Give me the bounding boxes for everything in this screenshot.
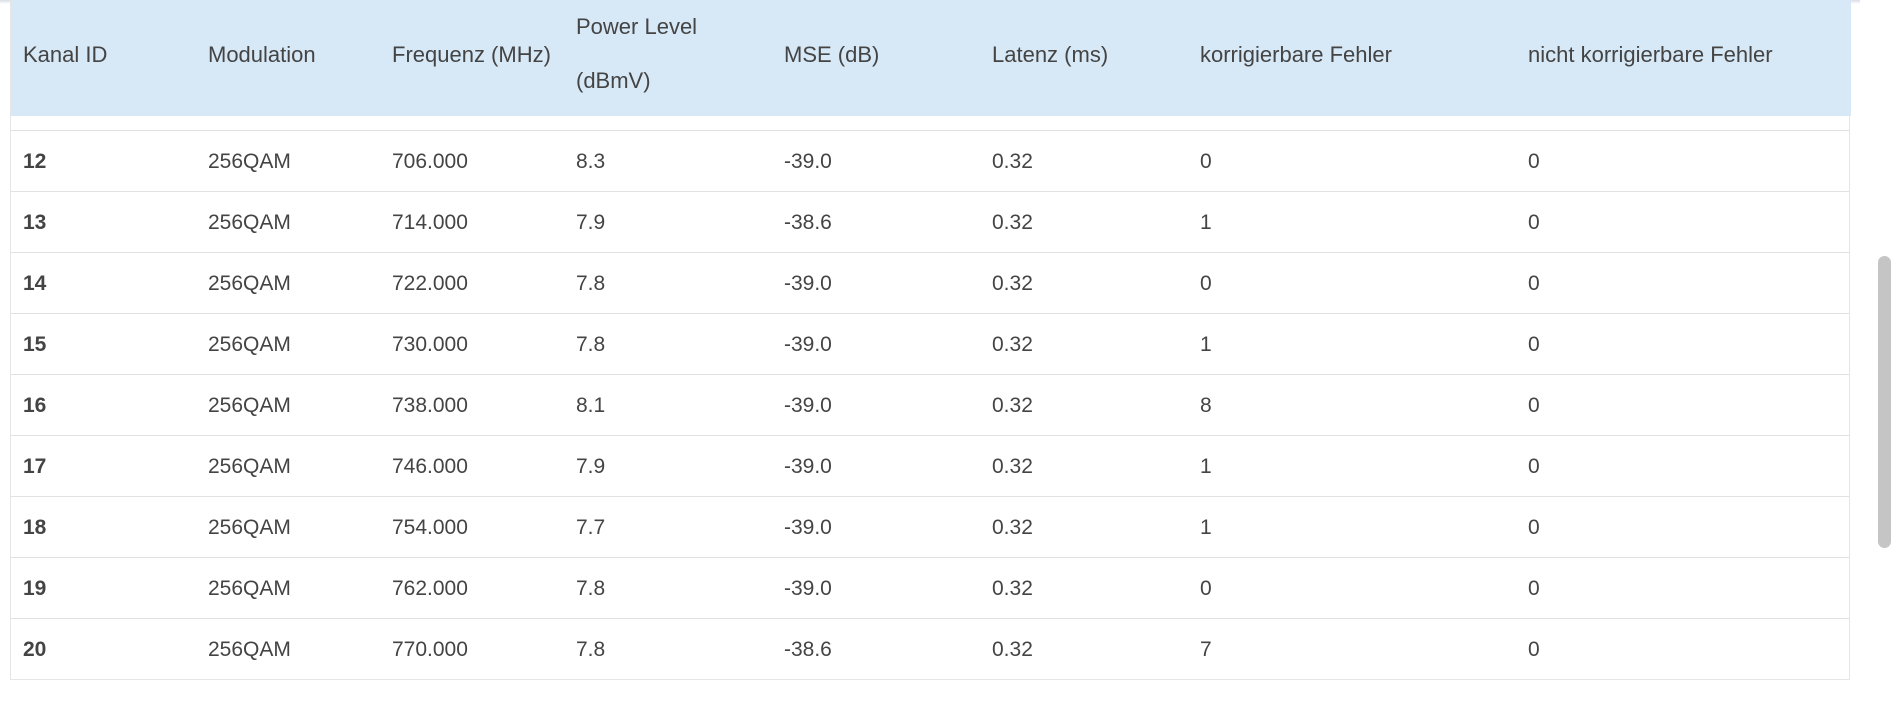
cell-modulation: 256QAM: [208, 211, 291, 234]
table-body: 12 256QAM 706.000 8.3 -39.0 0.32 0 0 13 …: [11, 131, 1849, 680]
cell-kanal-id: 19: [23, 577, 47, 600]
header-latenz: Latenz (ms): [992, 42, 1109, 67]
cell-modulation: 256QAM: [208, 455, 291, 478]
cell-modulation: 256QAM: [208, 272, 291, 295]
cell-korrigierbare-fehler: 1: [1200, 455, 1212, 478]
cell-modulation: 256QAM: [208, 333, 291, 356]
cell-latenz: 0.32: [992, 394, 1033, 417]
cell-korrigierbare-fehler: 0: [1200, 577, 1212, 600]
cell-mse: -39.0: [784, 150, 832, 173]
cell-nicht-korrigierbare-fehler: 0: [1528, 272, 1540, 295]
cell-kanal-id: 18: [23, 516, 47, 539]
table-row: 14 256QAM 722.000 7.8 -39.0 0.32 0 0: [11, 253, 1849, 314]
header-nicht-korrigierbare-fehler: nicht korrigierbare Fehler: [1528, 42, 1773, 67]
cell-modulation: 256QAM: [208, 394, 291, 417]
cell-frequenz: 714.000: [392, 211, 468, 234]
cell-frequenz: 770.000: [392, 638, 468, 661]
table-row: 17 256QAM 746.000 7.9 -39.0 0.32 1 0: [11, 436, 1849, 497]
cell-nicht-korrigierbare-fehler: 0: [1528, 638, 1540, 661]
cell-korrigierbare-fehler: 1: [1200, 333, 1212, 356]
cell-korrigierbare-fehler: 0: [1200, 272, 1212, 295]
cell-mse: -39.0: [784, 516, 832, 539]
cell-latenz: 0.32: [992, 150, 1033, 173]
cell-latenz: 0.32: [992, 211, 1033, 234]
cell-kanal-id: 15: [23, 333, 47, 356]
cell-mse: -39.0: [784, 394, 832, 417]
table-header: Kanal ID Modulation Frequenz (MHz) Power…: [11, 0, 1851, 116]
cell-korrigierbare-fehler: 1: [1200, 516, 1212, 539]
cell-power-level: 8.3: [576, 150, 606, 173]
table-row: 19 256QAM 762.000 7.8 -39.0 0.32 0 0: [11, 558, 1849, 619]
cell-frequenz: 706.000: [392, 150, 468, 173]
cell-kanal-id: 16: [23, 394, 47, 417]
cell-kanal-id: 12: [23, 150, 47, 173]
cell-latenz: 0.32: [992, 577, 1033, 600]
cell-mse: -38.6: [784, 211, 832, 234]
cell-power-level: 8.1: [576, 394, 606, 417]
table-row: 12 256QAM 706.000 8.3 -39.0 0.32 0 0: [11, 131, 1849, 192]
cell-mse: -38.6: [784, 638, 832, 661]
cell-kanal-id: 20: [23, 638, 47, 661]
cell-kanal-id: 14: [23, 272, 47, 295]
table-row: 20 256QAM 770.000 7.8 -38.6 0.32 7 0: [11, 619, 1849, 680]
cell-latenz: 0.32: [992, 455, 1033, 478]
header-power-level-line2: (dBmV): [576, 68, 651, 93]
cell-nicht-korrigierbare-fehler: 0: [1528, 455, 1540, 478]
cell-modulation: 256QAM: [208, 577, 291, 600]
table-row: 16 256QAM 738.000 8.1 -39.0 0.32 8 0: [11, 375, 1849, 436]
cell-power-level: 7.7: [576, 516, 606, 539]
cell-modulation: 256QAM: [208, 638, 291, 661]
cell-korrigierbare-fehler: 7: [1200, 638, 1212, 661]
table-row: 13 256QAM 714.000 7.9 -38.6 0.32 1 0: [11, 192, 1849, 253]
header-mse: MSE (dB): [784, 42, 880, 67]
cell-mse: -39.0: [784, 333, 832, 356]
cell-frequenz: 754.000: [392, 516, 468, 539]
scrollbar-thumb[interactable]: [1878, 256, 1891, 548]
cell-latenz: 0.32: [992, 333, 1033, 356]
cell-nicht-korrigierbare-fehler: 0: [1528, 150, 1540, 173]
cell-kanal-id: 17: [23, 455, 47, 478]
cell-power-level: 7.8: [576, 272, 606, 295]
cell-nicht-korrigierbare-fehler: 0: [1528, 516, 1540, 539]
header-power-level: Power Level (dBmV): [576, 0, 697, 108]
cell-korrigierbare-fehler: 0: [1200, 150, 1212, 173]
cell-power-level: 7.8: [576, 638, 606, 661]
header-korrigierbare-fehler: korrigierbare Fehler: [1200, 42, 1392, 67]
cell-latenz: 0.32: [992, 516, 1033, 539]
channel-table: Kanal ID Modulation Frequenz (MHz) Power…: [10, 0, 1851, 680]
header-modulation: Modulation: [208, 42, 316, 67]
cell-frequenz: 730.000: [392, 333, 468, 356]
cell-frequenz: 738.000: [392, 394, 468, 417]
cell-nicht-korrigierbare-fehler: 0: [1528, 333, 1540, 356]
cell-power-level: 7.8: [576, 577, 606, 600]
cell-frequenz: 746.000: [392, 455, 468, 478]
cell-modulation: 256QAM: [208, 150, 291, 173]
cell-modulation: 256QAM: [208, 516, 291, 539]
header-kanal-id: Kanal ID: [23, 42, 108, 67]
cell-mse: -39.0: [784, 577, 832, 600]
cell-frequenz: 722.000: [392, 272, 468, 295]
cell-latenz: 0.32: [992, 272, 1033, 295]
cell-kanal-id: 13: [23, 211, 47, 234]
cell-mse: -39.0: [784, 455, 832, 478]
cell-latenz: 0.32: [992, 638, 1033, 661]
cell-nicht-korrigierbare-fehler: 0: [1528, 577, 1540, 600]
cell-frequenz: 762.000: [392, 577, 468, 600]
cell-korrigierbare-fehler: 1: [1200, 211, 1212, 234]
cell-nicht-korrigierbare-fehler: 0: [1528, 394, 1540, 417]
header-frequenz: Frequenz (MHz): [392, 42, 551, 67]
cell-power-level: 7.8: [576, 333, 606, 356]
header-power-level-line1: Power Level: [576, 14, 698, 39]
cell-mse: -39.0: [784, 272, 832, 295]
cell-power-level: 7.9: [576, 455, 606, 478]
table-row: 18 256QAM 754.000 7.7 -39.0 0.32 1 0: [11, 497, 1849, 558]
cell-nicht-korrigierbare-fehler: 0: [1528, 211, 1540, 234]
cell-power-level: 7.9: [576, 211, 606, 234]
cell-korrigierbare-fehler: 8: [1200, 394, 1212, 417]
table-row: 15 256QAM 730.000 7.8 -39.0 0.32 1 0: [11, 314, 1849, 375]
